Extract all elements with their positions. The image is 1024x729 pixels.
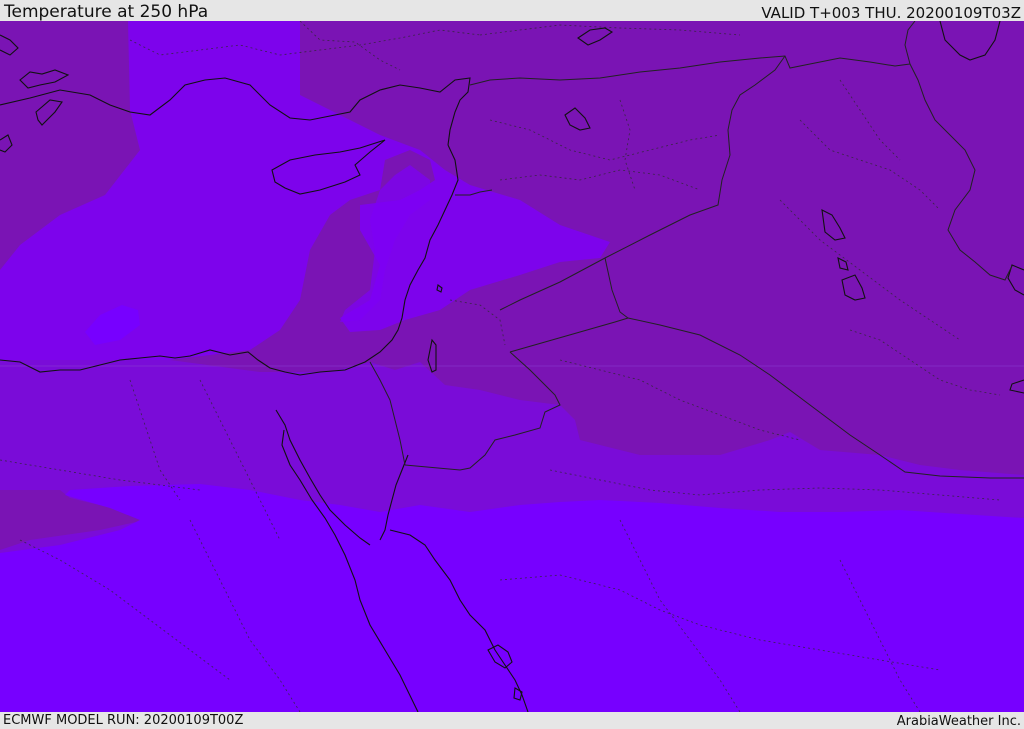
temperature-map (0, 21, 1024, 712)
map-title: Temperature at 250 hPa (4, 2, 209, 22)
model-run: ECMWF MODEL RUN: 20200109T00Z (3, 713, 244, 728)
credit: ArabiaWeather Inc. (896, 714, 1021, 729)
field-bright-band (0, 484, 1024, 712)
map-canvas (0, 21, 1024, 712)
header-bar: Temperature at 250 hPa VALID T+003 THU. … (0, 0, 1024, 22)
valid-time: VALID T+003 THU. 20200109T03Z (761, 4, 1021, 22)
weather-map-frame: Temperature at 250 hPa VALID T+003 THU. … (0, 0, 1024, 729)
footer-bar: ECMWF MODEL RUN: 20200109T00Z ArabiaWeat… (0, 712, 1024, 729)
